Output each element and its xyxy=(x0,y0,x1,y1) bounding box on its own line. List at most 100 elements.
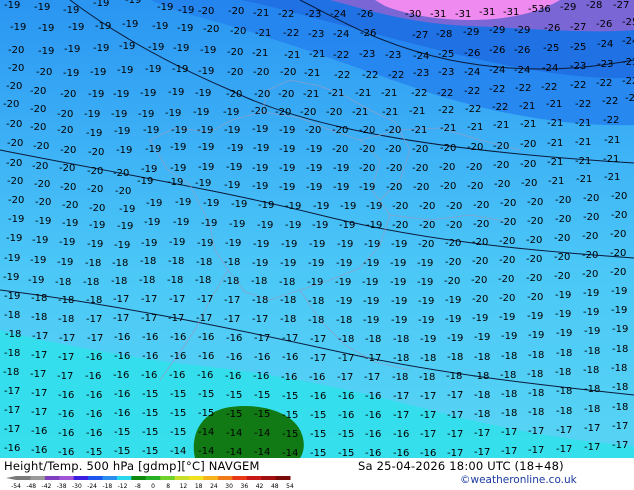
temperature-label: -23 xyxy=(385,50,401,61)
temperature-label: -16 xyxy=(169,370,185,381)
temperature-label: -20 xyxy=(439,162,455,173)
temperature-label: -16 xyxy=(393,448,409,458)
legend-swatch xyxy=(59,476,75,480)
temperature-label: -20 xyxy=(555,195,571,206)
temperature-label: -19 xyxy=(113,89,129,100)
temperature-label: -18 xyxy=(447,352,463,363)
temperature-label: -19 xyxy=(339,220,355,231)
temperature-label: -19 xyxy=(555,290,571,301)
temperature-label: -16 xyxy=(114,389,130,400)
temperature-label: -19 xyxy=(57,257,73,268)
temperature-label: -17 xyxy=(501,427,517,438)
temperature-label: -17 xyxy=(310,334,326,345)
credit-link[interactable]: ©weatheronline.co.uk xyxy=(460,474,577,486)
forecast-datetime: Sa 25-04-2026 18:00 UTC (18+48) xyxy=(358,459,564,473)
temperature-label: -19 xyxy=(313,201,329,212)
temperature-label: -20 xyxy=(332,144,348,155)
temperature-label: -16 xyxy=(86,409,102,420)
temperature-label: -19 xyxy=(390,277,406,288)
temperature-label: -19 xyxy=(198,66,214,77)
temperature-label: -19 xyxy=(169,237,185,248)
temperature-label: -18 xyxy=(612,382,628,393)
temperature-label: -24 xyxy=(464,67,480,78)
temperature-label: -18 xyxy=(5,329,21,340)
temperature-label: -18 xyxy=(556,406,572,417)
temperature-label: -20 xyxy=(253,67,269,78)
temperature-label: -14 xyxy=(282,448,298,458)
temperature-label: -19 xyxy=(197,125,213,136)
temperature-label: -22 xyxy=(602,96,618,107)
temperature-label: -16 xyxy=(31,426,47,437)
temperature-label: -19 xyxy=(63,5,79,16)
legend-swatch xyxy=(116,476,132,480)
temperature-label: -19 xyxy=(117,221,133,232)
temperature-field-map: -19 -19 -19-19 -19-19 -19 -20 -20 -21 -22 -23 -24-… xyxy=(0,0,634,458)
temperature-label: -19 xyxy=(200,45,216,56)
temperature-label: -19 xyxy=(257,220,273,231)
temperature-label: -18 xyxy=(501,351,517,362)
temperature-label: -17 xyxy=(31,407,47,418)
temperature-label: -19 xyxy=(472,313,488,324)
temperature-label: -19 xyxy=(90,67,106,78)
legend-tick-label: 24 xyxy=(210,483,218,489)
temperature-label: -20 xyxy=(227,67,243,78)
temperature-label: -19 xyxy=(391,296,407,307)
temperature-label: -15 xyxy=(338,448,354,458)
temperature-label: -17 xyxy=(32,331,48,342)
temperature-label: -17 xyxy=(447,390,463,401)
temperature-label: -20 xyxy=(412,163,428,174)
temperature-label: -17 xyxy=(4,424,20,435)
temperature-label: -16 xyxy=(309,372,325,383)
temperature-label: -19 xyxy=(28,275,44,286)
temperature-label: -17 xyxy=(447,410,463,421)
temperature-label: -19 xyxy=(231,199,247,210)
temperature-label: -16 xyxy=(58,428,74,439)
temperature-label: -22 xyxy=(465,104,481,115)
temperature-label: -19 xyxy=(280,258,296,269)
temperature-label: -19 xyxy=(337,239,353,250)
temperature-label: -21 xyxy=(548,176,564,187)
temperature-label: -21 xyxy=(519,101,535,112)
temperature-label: -20 xyxy=(32,161,48,172)
temperature-label: -17 xyxy=(612,440,628,451)
temperature-label: -18 xyxy=(195,275,211,286)
temperature-label: -18 xyxy=(224,257,240,268)
temperature-label: -19 xyxy=(499,312,515,323)
legend-swatch xyxy=(275,476,291,480)
temperature-label: -21 xyxy=(547,118,563,129)
temperature-label: -15 xyxy=(170,408,186,419)
temperature-label: -18 xyxy=(196,257,212,268)
temperature-label: -19 xyxy=(168,87,184,98)
temperature-label: -17 xyxy=(196,313,212,324)
temperature-label: -22 xyxy=(278,9,294,20)
temperature-label: -22 xyxy=(388,70,404,81)
temperature-label: -20 xyxy=(385,144,401,155)
legend-tick-label: 48 xyxy=(271,483,279,489)
temperature-label: -16 xyxy=(114,408,130,419)
legend-tick-label: 18 xyxy=(195,483,203,489)
temperature-label: -19 xyxy=(225,238,241,249)
temperature-label: -19 xyxy=(93,0,109,9)
temperature-label: -17 xyxy=(59,333,75,344)
temperature-label: -17 xyxy=(31,388,47,399)
temperature-label: -18 xyxy=(111,276,127,287)
temperature-label: -15 xyxy=(282,391,298,402)
temperature-label: -20 xyxy=(471,275,487,286)
legend-tick-label: -24 xyxy=(87,483,97,489)
temperature-label: -18 xyxy=(4,348,20,359)
temperature-label: -21 xyxy=(303,89,319,100)
legend-tick-label: -38 xyxy=(57,483,67,489)
temperature-label: -18 xyxy=(612,344,628,355)
temperature-label: -19 xyxy=(140,88,156,99)
temperature-label: -19 xyxy=(583,288,599,299)
temperature-label: -25 xyxy=(438,49,454,60)
temperature-label: -20 xyxy=(526,254,542,265)
temperature-label: -17 xyxy=(556,425,572,436)
temperature-label: -19 xyxy=(309,239,325,250)
temperature-label: -16 xyxy=(86,428,102,439)
temperature-label: -21 xyxy=(440,123,456,134)
temperature-label: -18 xyxy=(584,404,600,415)
temperature-label: -19 xyxy=(391,315,407,326)
temperature-label: -19 xyxy=(59,237,75,248)
temperature-label: -20 xyxy=(115,186,131,197)
